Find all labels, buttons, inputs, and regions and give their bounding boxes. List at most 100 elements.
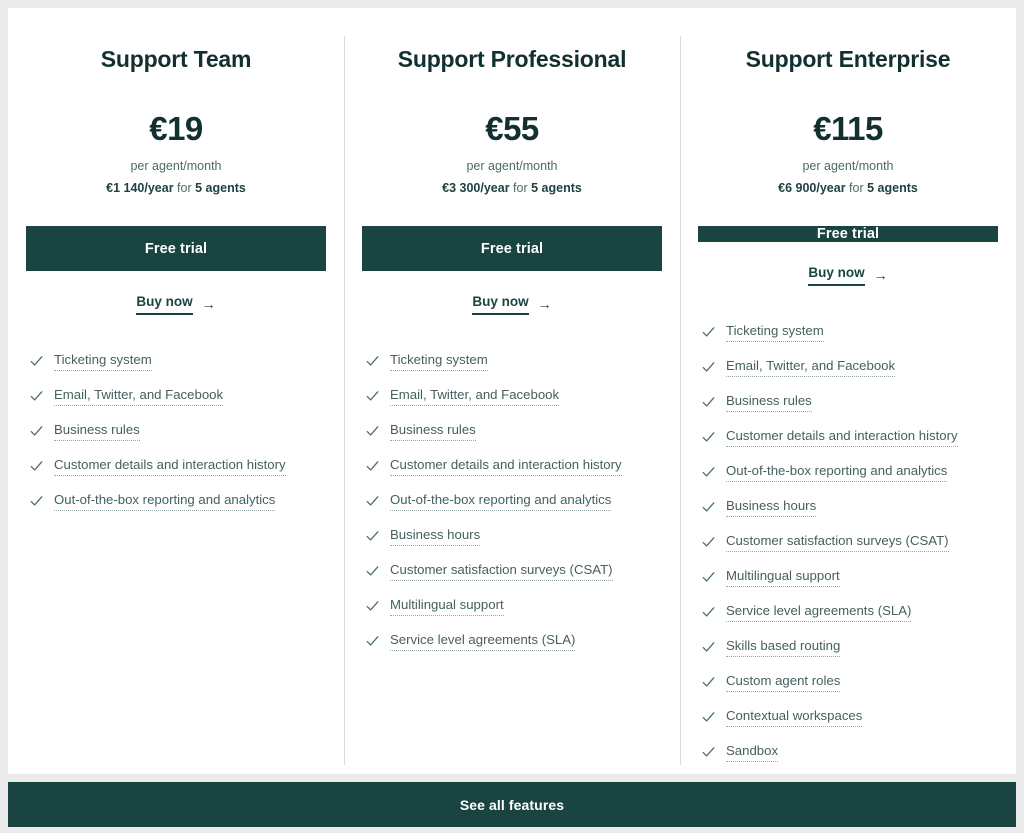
feature-list-item[interactable]: Business rules: [26, 422, 326, 442]
feature-label: Business rules: [54, 422, 140, 442]
feature-label: Skills based routing: [726, 638, 841, 658]
free-trial-button[interactable]: Free trial: [698, 226, 998, 243]
feature-list-item[interactable]: Ticketing system: [698, 323, 998, 343]
feature-list-item[interactable]: Customer satisfaction surveys (CSAT): [362, 562, 662, 582]
feature-label: Email, Twitter, and Facebook: [54, 387, 224, 407]
feature-label: Contextual workspaces: [726, 708, 863, 728]
feature-label: Email, Twitter, and Facebook: [726, 358, 896, 378]
check-icon: [702, 571, 715, 584]
check-icon: [702, 396, 715, 409]
plan-title: Support Enterprise: [745, 46, 951, 72]
plan-yearly-price: €3 300/year for 5 agents: [362, 180, 662, 196]
feature-list-item[interactable]: Out-of-the-box reporting and analytics: [26, 492, 326, 512]
feature-list-item[interactable]: Email, Twitter, and Facebook: [362, 387, 662, 407]
check-icon: [702, 431, 715, 444]
feature-label: Customer details and interaction history: [726, 428, 958, 448]
feature-label: Customer details and interaction history: [390, 457, 622, 477]
plan-column-3: Support Enterprise €115 per agent/month …: [680, 28, 1016, 774]
feature-label: Sandbox: [726, 743, 779, 763]
plan-price: €115: [813, 109, 883, 147]
buy-now-link[interactable]: Buy now →: [808, 265, 888, 286]
feature-list-item[interactable]: Contextual workspaces: [698, 708, 998, 728]
buy-now-link[interactable]: Buy now →: [136, 294, 216, 315]
plan-per-unit: per agent/month: [130, 158, 222, 173]
feature-list-item[interactable]: Email, Twitter, and Facebook: [26, 387, 326, 407]
plan-yearly-mid: for: [173, 181, 196, 196]
check-icon: [702, 711, 715, 724]
feature-list-item[interactable]: Business hours: [362, 527, 662, 547]
free-trial-button[interactable]: Free trial: [362, 226, 662, 272]
check-icon: [366, 390, 379, 403]
buy-now-label: Buy now: [472, 294, 529, 315]
plan-per-unit: per agent/month: [802, 158, 894, 173]
feature-label: Customer satisfaction surveys (CSAT): [390, 562, 613, 582]
feature-list-item[interactable]: Out-of-the-box reporting and analytics: [698, 463, 998, 483]
buy-now-wrapper: Buy now →: [26, 293, 326, 315]
check-icon: [702, 361, 715, 374]
plan-yearly-mid: for: [509, 181, 532, 196]
arrow-right-icon: →: [537, 296, 552, 313]
plan-title: Support Team: [100, 46, 252, 72]
check-icon: [366, 355, 379, 368]
feature-list-item[interactable]: Out-of-the-box reporting and analytics: [362, 492, 662, 512]
feature-list-item[interactable]: Ticketing system: [362, 352, 662, 372]
feature-label: Ticketing system: [390, 352, 488, 372]
feature-label: Customer details and interaction history: [54, 457, 286, 477]
feature-list-item[interactable]: Business rules: [362, 422, 662, 442]
feature-label: Email, Twitter, and Facebook: [390, 387, 560, 407]
check-icon: [366, 565, 379, 578]
feature-list: Ticketing system Email, Twitter, and Fac…: [362, 352, 662, 667]
plan-column-2: Support Professional €55 per agent/month…: [344, 28, 680, 774]
feature-list-item[interactable]: Customer details and interaction history: [362, 457, 662, 477]
buy-now-wrapper: Buy now →: [362, 293, 662, 315]
feature-list-item[interactable]: Business rules: [698, 393, 998, 413]
check-icon: [702, 501, 715, 514]
buy-now-label: Buy now: [808, 265, 865, 286]
plan-yearly-amount: €1 140/year: [106, 181, 174, 196]
plan-yearly-mid: for: [845, 181, 868, 196]
arrow-right-icon: →: [201, 296, 216, 313]
check-icon: [366, 495, 379, 508]
feature-list: Ticketing system Email, Twitter, and Fac…: [698, 323, 998, 774]
feature-list-item[interactable]: Customer satisfaction surveys (CSAT): [698, 533, 998, 553]
feature-list-item[interactable]: Customer details and interaction history: [26, 457, 326, 477]
free-trial-button[interactable]: Free trial: [26, 226, 326, 272]
check-icon: [702, 641, 715, 654]
check-icon: [30, 460, 43, 473]
see-all-features-button[interactable]: See all features: [8, 782, 1016, 827]
check-icon: [366, 425, 379, 438]
pricing-page: Support Team €19 per agent/month €1 140/…: [0, 0, 1024, 833]
feature-list-item[interactable]: Business hours: [698, 498, 998, 518]
pricing-card: Support Team €19 per agent/month €1 140/…: [8, 8, 1016, 774]
feature-list-item[interactable]: Customer details and interaction history: [698, 428, 998, 448]
feature-list-item[interactable]: Service level agreements (SLA): [698, 603, 998, 623]
arrow-right-icon: →: [873, 267, 888, 284]
check-icon: [30, 390, 43, 403]
feature-list-item[interactable]: Multilingual support: [698, 568, 998, 588]
feature-label: Custom agent roles: [726, 673, 841, 693]
check-icon: [702, 466, 715, 479]
feature-list-item[interactable]: Multilingual support: [362, 597, 662, 617]
buy-now-link[interactable]: Buy now →: [472, 294, 552, 315]
feature-list-item[interactable]: Custom agent roles: [698, 673, 998, 693]
check-icon: [366, 460, 379, 473]
plan-yearly-price: €1 140/year for 5 agents: [26, 180, 326, 196]
check-icon: [30, 495, 43, 508]
check-icon: [702, 606, 715, 619]
feature-list: Ticketing system Email, Twitter, and Fac…: [26, 352, 326, 527]
feature-label: Out-of-the-box reporting and analytics: [390, 492, 612, 512]
feature-list-item[interactable]: Skills based routing: [698, 638, 998, 658]
check-icon: [366, 635, 379, 648]
plan-price: €19: [149, 109, 203, 147]
feature-label: Customer satisfaction surveys (CSAT): [726, 533, 949, 553]
buy-now-wrapper: Buy now →: [698, 264, 998, 286]
feature-list-item[interactable]: Sandbox: [698, 743, 998, 763]
feature-list-item[interactable]: Email, Twitter, and Facebook: [698, 358, 998, 378]
check-icon: [702, 326, 715, 339]
plan-column-1: Support Team €19 per agent/month €1 140/…: [8, 28, 344, 774]
feature-label: Multilingual support: [726, 568, 840, 588]
feature-list-item[interactable]: Service level agreements (SLA): [362, 632, 662, 652]
plan-yearly-agents: 5 agents: [195, 181, 246, 196]
feature-label: Business hours: [726, 498, 817, 518]
feature-list-item[interactable]: Ticketing system: [26, 352, 326, 372]
